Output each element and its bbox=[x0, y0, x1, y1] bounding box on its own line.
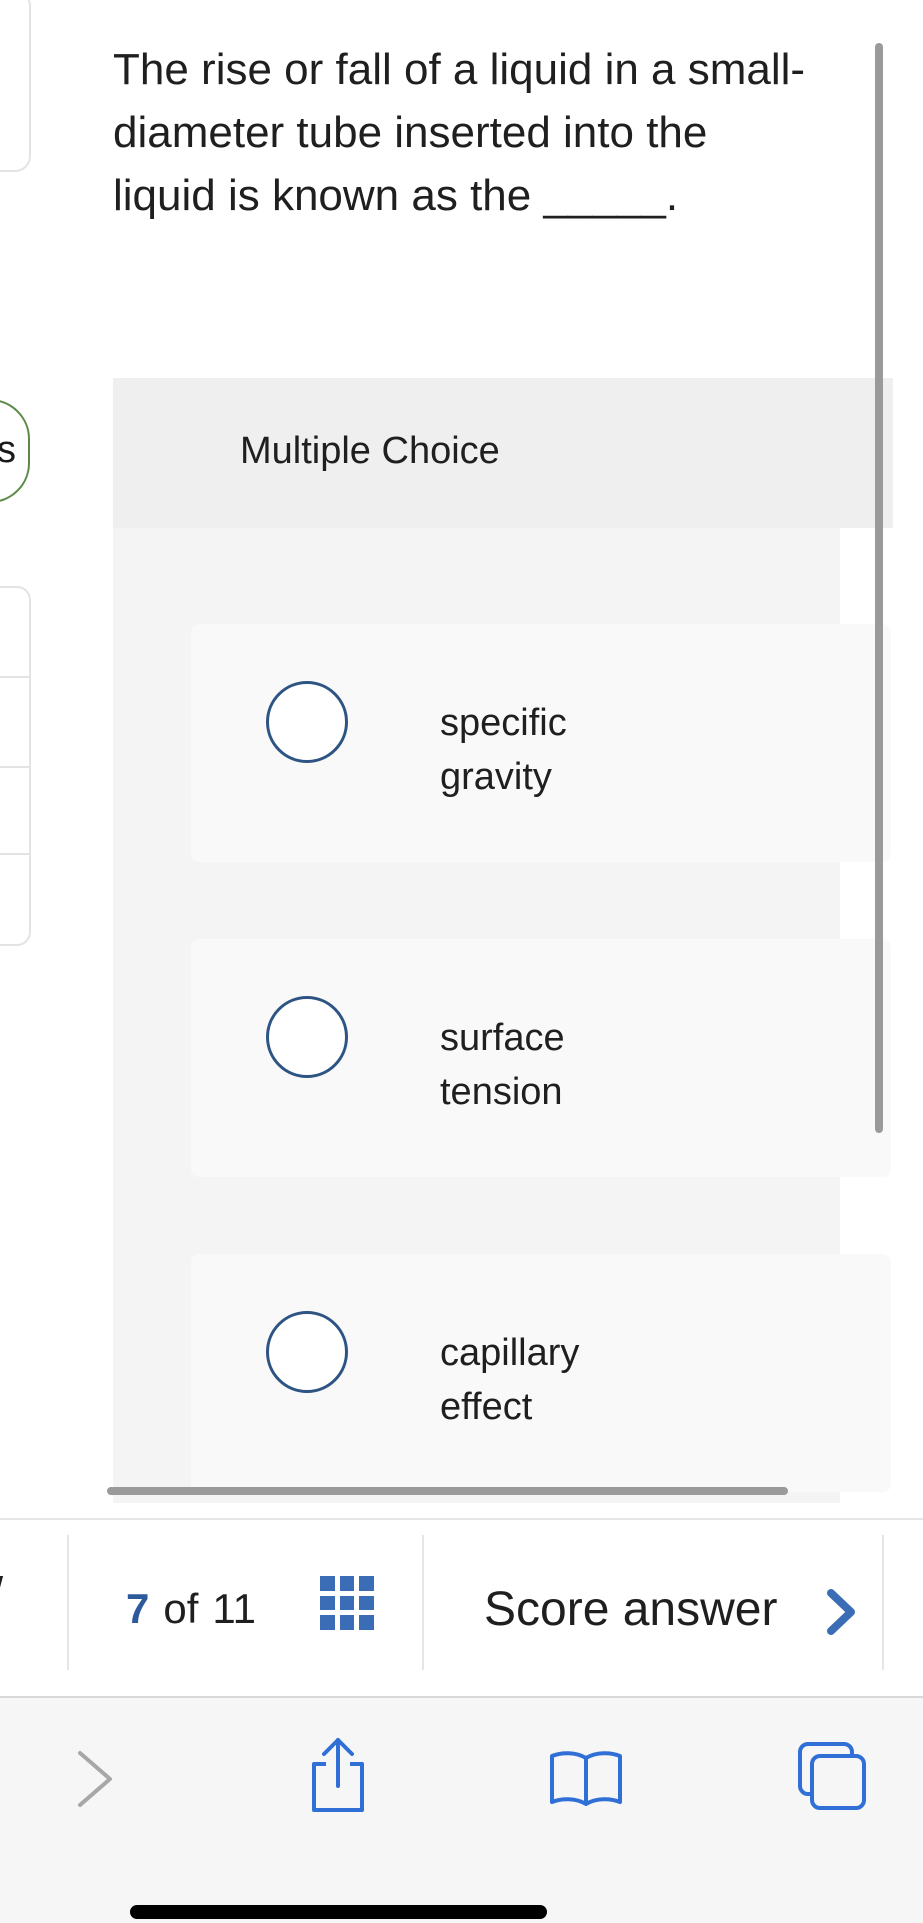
current-question-number: 7 bbox=[126, 1585, 150, 1632]
choice-label-line: gravity bbox=[440, 756, 552, 798]
choice-label: capillary effect bbox=[440, 1326, 680, 1434]
multiple-choice-panel: Multiple Choice specific gravity surface… bbox=[113, 378, 893, 1503]
bar-divider bbox=[422, 1535, 424, 1670]
radio-button[interactable] bbox=[266, 681, 348, 763]
question-counter[interactable]: 7 of 11 bbox=[126, 1585, 256, 1633]
radio-button[interactable] bbox=[266, 996, 348, 1078]
tabs-icon[interactable] bbox=[796, 1740, 868, 1812]
radio-button[interactable] bbox=[266, 1311, 348, 1393]
choice-label-line: capillary bbox=[440, 1332, 580, 1374]
home-indicator[interactable] bbox=[130, 1905, 547, 1919]
vertical-scrollbar[interactable] bbox=[875, 43, 883, 1133]
question-grid-icon[interactable] bbox=[320, 1576, 374, 1630]
score-answer-button[interactable]: Score answer bbox=[484, 1582, 777, 1637]
choice-option[interactable]: specific gravity bbox=[191, 624, 891, 862]
question-text: The rise or fall of a liquid in a small-… bbox=[113, 45, 806, 220]
share-icon[interactable] bbox=[306, 1734, 370, 1814]
page: s The rise or fall of a liquid in a smal… bbox=[0, 0, 923, 1923]
choice-option[interactable]: capillary effect bbox=[191, 1254, 891, 1492]
list-divider bbox=[0, 766, 29, 768]
total-questions: 11 bbox=[212, 1585, 256, 1632]
choice-label-line: effect bbox=[440, 1386, 533, 1428]
multiple-choice-header: Multiple Choice bbox=[113, 378, 893, 528]
of-label: of bbox=[163, 1585, 199, 1632]
bar-divider bbox=[67, 1535, 69, 1670]
list-divider bbox=[0, 853, 29, 855]
left-panel-status-pill[interactable]: s bbox=[0, 399, 30, 503]
left-pill-text: s bbox=[0, 429, 16, 472]
choice-label-line: tension bbox=[440, 1071, 563, 1113]
horizontal-scrollbar[interactable] bbox=[107, 1487, 788, 1495]
choice-label: specific gravity bbox=[440, 696, 680, 804]
forward-icon[interactable] bbox=[72, 1747, 118, 1811]
browser-toolbar bbox=[0, 1696, 923, 1923]
left-panel-list bbox=[0, 586, 31, 946]
chevron-right-icon[interactable] bbox=[821, 1587, 861, 1637]
list-divider bbox=[0, 676, 29, 678]
prev-button-fragment[interactable]: / bbox=[0, 1570, 3, 1615]
choice-option[interactable]: surface tension bbox=[191, 939, 891, 1177]
bar-divider bbox=[882, 1535, 884, 1670]
choice-label: surface tension bbox=[440, 1011, 680, 1119]
left-panel-card bbox=[0, 0, 31, 172]
bookmarks-icon[interactable] bbox=[548, 1748, 624, 1808]
multiple-choice-label: Multiple Choice bbox=[240, 430, 500, 472]
choice-label-line: specific bbox=[440, 702, 567, 744]
choice-label-line: surface bbox=[440, 1017, 565, 1059]
